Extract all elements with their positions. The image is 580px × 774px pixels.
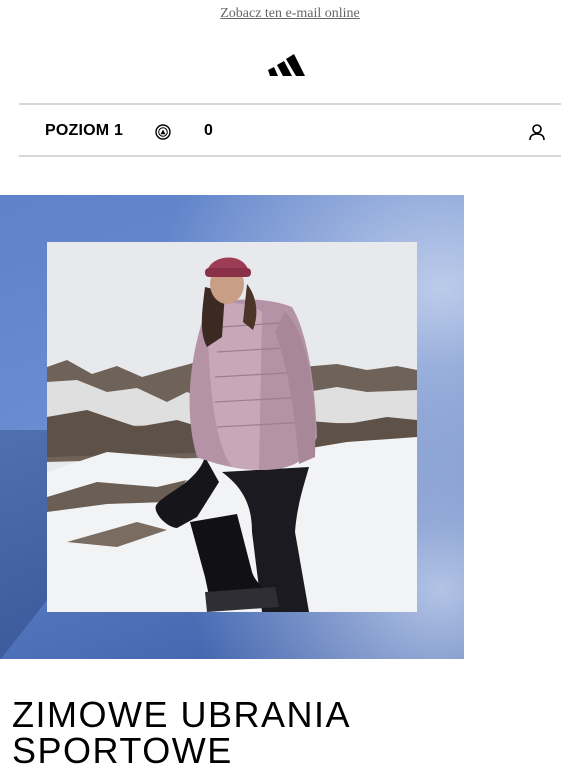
membership-bar: POZIOM 1 0 (19, 103, 561, 157)
headline-line-1: ZIMOWE UBRANIA (12, 694, 352, 735)
adidas-logo-icon[interactable] (266, 52, 306, 78)
headline: ZIMOWE UBRANIA SPORTOWE (12, 697, 572, 769)
view-online-link[interactable]: Zobacz ten e-mail online (0, 6, 580, 22)
hero-banner[interactable] (0, 195, 464, 659)
membership-level: POZIOM 1 (45, 122, 124, 139)
headline-line-2: SPORTOWE (12, 730, 233, 771)
hero-photo[interactable] (47, 242, 417, 612)
user-account-icon[interactable] (528, 123, 546, 141)
adiclub-points-icon (155, 124, 171, 140)
points-balance: 0 (204, 122, 213, 139)
